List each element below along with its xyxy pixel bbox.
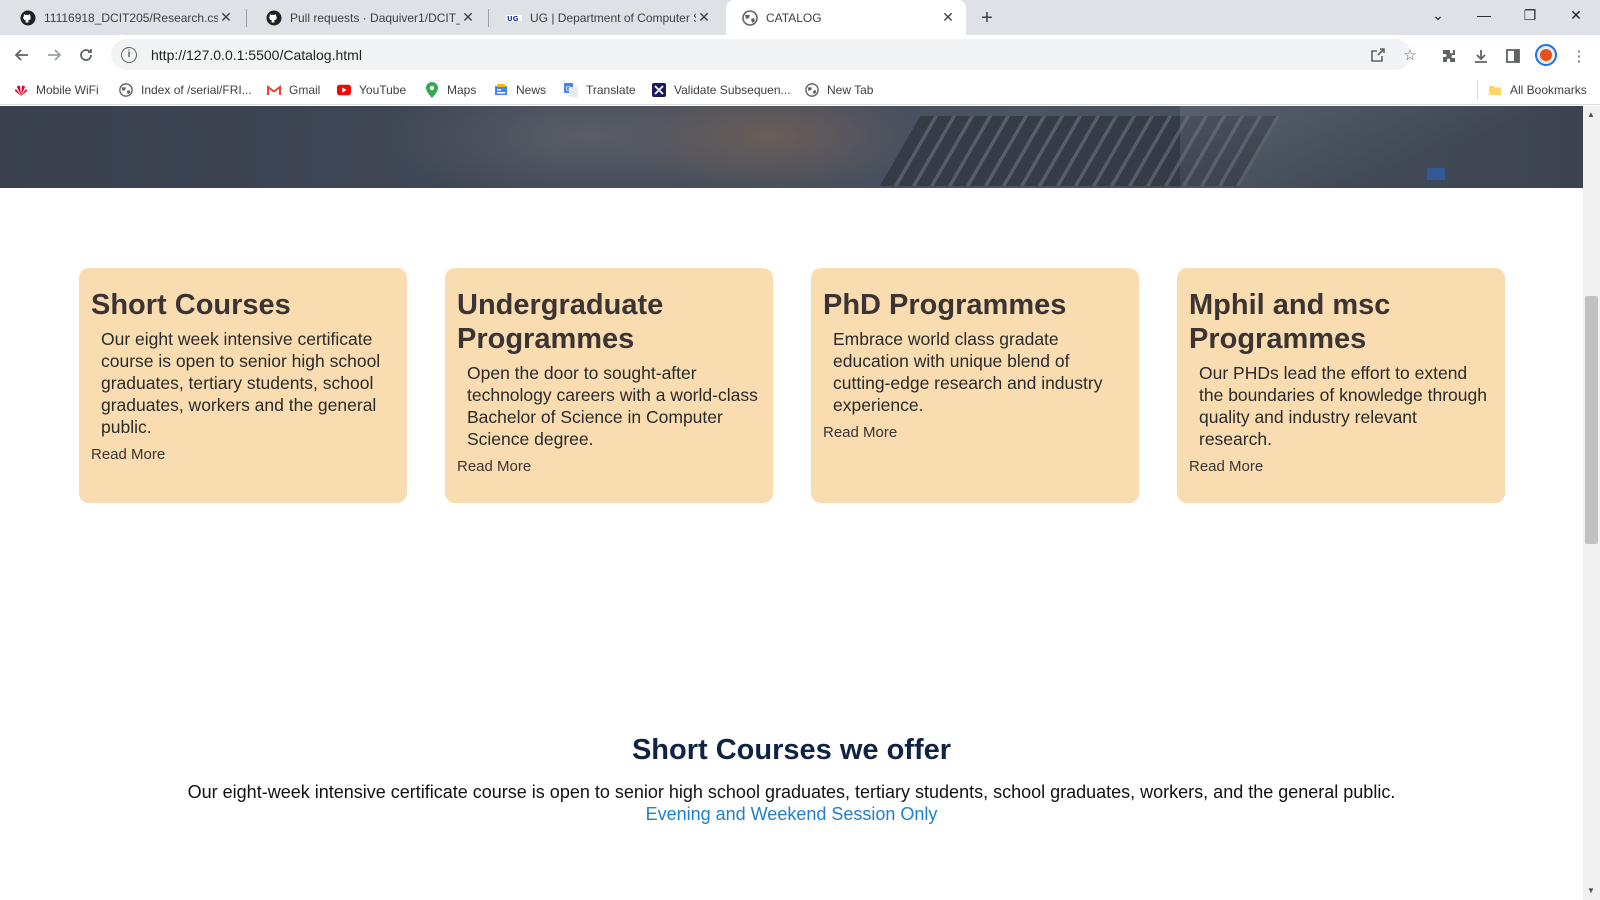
bookmark-mobile-wifi[interactable]: Mobile WiFi	[14, 82, 99, 98]
tab-ug-computer-science[interactable]: UG UG | Department of Computer Science ✕	[490, 0, 722, 35]
translate-icon: G	[564, 83, 578, 97]
tab-separator	[488, 9, 489, 27]
bookmark-star-icon[interactable]: ☆	[1398, 43, 1422, 67]
bookmark-label: Index of /serial/FRI...	[141, 83, 252, 97]
huawei-icon	[14, 83, 28, 97]
bookmark-label: All Bookmarks	[1510, 83, 1587, 97]
page-viewport: Short Courses Our eight week intensive c…	[0, 106, 1583, 900]
globe-icon	[805, 83, 819, 97]
read-more-link[interactable]: Read More	[1189, 458, 1263, 475]
all-bookmarks-button[interactable]: All Bookmarks	[1488, 82, 1587, 98]
scroll-down-icon[interactable]: ▼	[1587, 886, 1595, 895]
bookmarks-bar: Mobile WiFi Index of /serial/FRI... Gmai…	[0, 75, 1600, 105]
back-arrow-icon[interactable]	[8, 41, 36, 69]
read-more-link[interactable]: Read More	[457, 458, 531, 475]
share-icon[interactable]	[1366, 43, 1390, 67]
globe-icon	[119, 83, 133, 97]
tab-title: UG | Department of Computer Science	[530, 10, 696, 25]
session-link[interactable]: Evening and Weekend Session Only	[0, 803, 1583, 825]
tab-search-icon[interactable]: ⌄	[1416, 0, 1460, 30]
svg-text:G: G	[566, 85, 571, 93]
hero-image	[0, 106, 1583, 188]
gmail-icon	[267, 83, 281, 97]
card-phd: PhD Programmes Embrace world class grada…	[811, 268, 1139, 503]
globe-icon	[742, 9, 758, 26]
bookmark-label: YouTube	[359, 83, 407, 97]
youtube-icon	[337, 83, 351, 97]
minimize-icon[interactable]: —	[1462, 0, 1506, 30]
card-text: Our eight week intensive certificate cou…	[101, 329, 381, 437]
section-title: Short Courses we offer	[631, 734, 952, 766]
bookmark-new-tab[interactable]: New Tab	[805, 82, 873, 98]
bookmark-label: Translate	[586, 83, 636, 97]
card-mphil-msc: Mphil and msc Programmes Our PHDs lead t…	[1177, 268, 1505, 503]
forward-arrow-icon[interactable]	[40, 41, 68, 69]
bookmark-gmail[interactable]: Gmail	[267, 82, 320, 98]
tab-separator	[246, 9, 247, 27]
tab-title: Pull requests · Daquiver1/DCIT_205	[290, 10, 460, 25]
reload-icon[interactable]	[72, 41, 100, 69]
bookmarks-separator	[1477, 80, 1478, 100]
site-info-icon[interactable]: i	[121, 46, 137, 63]
card-title: Short Courses	[91, 289, 291, 321]
news-icon	[494, 83, 508, 97]
folder-icon	[1488, 83, 1502, 97]
bookmark-label: Validate Subsequen...	[674, 83, 791, 97]
ug-icon: UG	[506, 10, 522, 26]
card-short-courses: Short Courses Our eight week intensive c…	[79, 268, 407, 503]
bookmark-index-serial[interactable]: Index of /serial/FRI...	[119, 82, 252, 98]
close-icon[interactable]: ✕	[696, 9, 712, 26]
card-title: Mphil and msc Programmes	[1189, 289, 1391, 355]
address-url: http://127.0.0.1:5500/Catalog.html	[151, 46, 362, 63]
section-description: Our eight-week intensive certificate cou…	[187, 782, 1396, 802]
tab-catalog[interactable]: CATALOG ✕	[726, 0, 966, 35]
bookmark-label: Gmail	[289, 83, 321, 97]
restore-icon[interactable]: ❐	[1508, 0, 1552, 30]
page-scrollbar[interactable]: ▲ ▼	[1583, 106, 1600, 900]
card-undergraduate: Undergraduate Programmes Open the door t…	[445, 268, 773, 503]
menu-kebab-icon[interactable]: ⋮	[1568, 45, 1590, 67]
bookmark-label: Maps	[447, 83, 477, 97]
side-panel-icon[interactable]	[1502, 45, 1524, 67]
scrollbar-thumb[interactable]	[1585, 296, 1598, 544]
tab-pull-requests[interactable]: Pull requests · Daquiver1/DCIT_205 ✕	[250, 0, 486, 35]
card-title: PhD Programmes	[823, 289, 1067, 321]
download-icon[interactable]	[1470, 45, 1492, 67]
github-icon	[266, 10, 282, 26]
bookmark-translate[interactable]: G Translate	[564, 82, 636, 98]
card-text: Open the door to sought-after technology…	[467, 363, 758, 449]
svg-text:UG: UG	[507, 15, 519, 23]
close-icon[interactable]: ✕	[940, 9, 956, 26]
tab-research-css[interactable]: 11116918_DCIT205/Research.css ✕	[4, 0, 244, 35]
close-icon[interactable]: ✕	[218, 9, 234, 26]
short-courses-section: Short Courses we offer Our eight-week in…	[0, 734, 1583, 825]
x-logo-icon	[652, 83, 666, 97]
bookmark-label: New Tab	[827, 83, 874, 97]
bookmark-label: News	[516, 83, 547, 97]
new-tab-button[interactable]: +	[975, 6, 999, 30]
address-bar[interactable]: i http://127.0.0.1:5500/Catalog.html	[111, 39, 1411, 70]
tab-title: CATALOG	[766, 10, 822, 25]
window-close-icon[interactable]: ✕	[1554, 0, 1598, 30]
card-text: Embrace world class gradate education wi…	[833, 329, 1103, 415]
scroll-up-icon[interactable]: ▲	[1587, 110, 1595, 119]
read-more-link[interactable]: Read More	[91, 446, 165, 463]
bookmark-news[interactable]: News	[494, 82, 546, 98]
card-title: Undergraduate Programmes	[457, 289, 664, 355]
bookmark-validate-subsequence[interactable]: Validate Subsequen...	[652, 82, 791, 98]
extensions-icon[interactable]	[1438, 45, 1460, 67]
bookmark-label: Mobile WiFi	[36, 83, 99, 97]
browser-toolbar: i http://127.0.0.1:5500/Catalog.html ☆ ⋮	[0, 35, 1600, 75]
close-icon[interactable]: ✕	[460, 9, 476, 26]
read-more-link[interactable]: Read More	[823, 424, 897, 441]
bookmark-youtube[interactable]: YouTube	[337, 82, 406, 98]
tab-strip: 11116918_DCIT205/Research.css ✕ Pull req…	[0, 0, 1600, 35]
profile-avatar[interactable]	[1535, 44, 1557, 66]
card-text: Our PHDs lead the effort to extend the b…	[1199, 363, 1487, 449]
bookmark-maps[interactable]: Maps	[425, 82, 476, 98]
programme-cards: Short Courses Our eight week intensive c…	[79, 268, 1505, 503]
github-icon	[20, 10, 36, 26]
tab-title: 11116918_DCIT205/Research.css	[44, 10, 218, 25]
maps-icon	[425, 82, 439, 98]
